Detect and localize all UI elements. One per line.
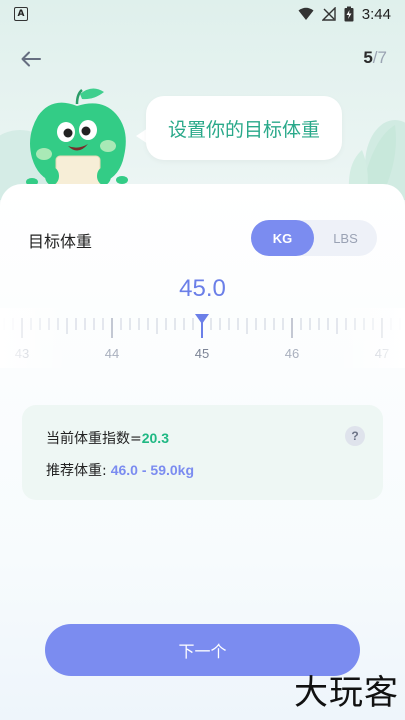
weight-value: 45.0 <box>179 275 226 302</box>
status-bar: A 3:44 <box>0 0 405 28</box>
recommended-weight-value: 46.0 - 59.0kg <box>110 462 194 478</box>
speech-bubble: 设置你的目标体重 <box>146 96 342 160</box>
hero: 设置你的目标体重 <box>0 80 405 201</box>
bmi-info-box: 当前体重指数=20.3 推荐体重: 46.0 - 59.0kg ? <box>22 405 383 500</box>
target-weight-label: 目标体重 <box>28 232 93 251</box>
ruler-label: 45 <box>195 346 209 361</box>
main-card: 目标体重 KG LBS 45.0 4344454647 当前体重指数=20.3 … <box>0 184 405 720</box>
back-button[interactable] <box>18 46 44 72</box>
status-right: 3:44 <box>298 6 391 23</box>
status-left: A <box>14 7 28 21</box>
ruler-label: 44 <box>105 346 119 361</box>
a-notification-icon: A <box>14 7 28 21</box>
help-button[interactable]: ? <box>345 426 365 446</box>
unit-lbs-button[interactable]: LBS <box>314 220 377 256</box>
arrow-left-icon <box>21 51 41 67</box>
recommended-weight-line: 推荐体重: 46.0 - 59.0kg <box>46 460 194 480</box>
bmi-label: 当前体重指数= <box>46 431 142 447</box>
recommended-weight-label: 推荐体重: <box>46 463 107 479</box>
bmi-value: 20.3 <box>141 430 169 446</box>
battery-charging-icon <box>344 6 354 22</box>
no-signal-icon <box>321 7 336 21</box>
ruler-label: 46 <box>285 346 299 361</box>
watermark-logo: 大玩客 <box>294 673 399 713</box>
unit-toggle: KG LBS <box>251 220 377 256</box>
step-indicator: 5/7 <box>363 48 387 68</box>
nav-row: 5/7 <box>0 42 405 76</box>
wifi-icon <box>298 7 314 20</box>
unit-kg-button[interactable]: KG <box>251 220 314 256</box>
bmi-line: 当前体重指数=20.3 <box>46 428 169 448</box>
status-time: 3:44 <box>361 5 391 23</box>
step-current: 5 <box>363 48 373 67</box>
step-total: 7 <box>377 48 387 67</box>
weight-ruler-slider[interactable]: 4344454647 <box>0 308 405 368</box>
